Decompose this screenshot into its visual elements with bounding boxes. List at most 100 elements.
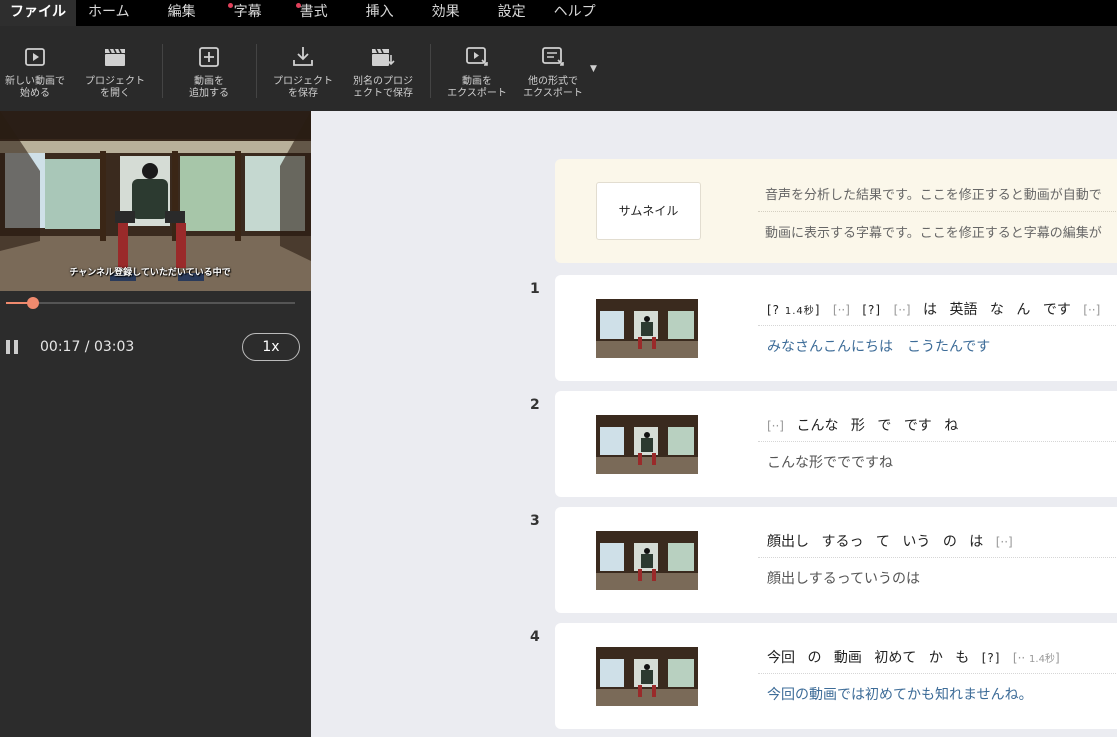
subtitle-text[interactable]: こんな形ででですね — [767, 452, 893, 472]
menu-subtitles-label: 字幕 — [233, 4, 262, 20]
toolbar-divider — [162, 44, 163, 98]
subtitle-text[interactable]: みなさんこんにちは こうたんです — [767, 336, 990, 356]
menu-effects[interactable]: 効果 — [420, 0, 472, 26]
word-token[interactable]: [··] — [1083, 303, 1100, 317]
menu-format-label: 書式 — [299, 4, 328, 20]
word-token[interactable]: です — [1043, 302, 1071, 318]
word-token[interactable]: ん — [1016, 302, 1030, 318]
word-token[interactable]: [?] — [862, 303, 881, 317]
download-icon — [293, 47, 313, 66]
open-project-label-1: プロジェクト — [85, 76, 145, 87]
word-token[interactable]: [··] — [833, 303, 850, 317]
word-token[interactable]: こんな — [796, 418, 838, 434]
word-token[interactable]: も — [955, 650, 969, 666]
word-tokens: 顔出し するっ て いう の は [··] — [767, 531, 1021, 551]
notification-dot — [227, 3, 233, 8]
save-as-label-1: 別名のプロジ — [353, 76, 413, 87]
subtitle-text[interactable]: 顔出しするっていうのは — [767, 568, 920, 588]
segment-thumbnail-image — [596, 299, 698, 358]
word-tokens: 今回 の 動画 初めて か も [?] [·· 1.4秒] — [767, 647, 1068, 667]
word-token[interactable]: 形 — [851, 418, 865, 434]
seek-handle[interactable] — [26, 297, 39, 309]
segment-thumbnail[interactable] — [596, 415, 698, 474]
word-token[interactable]: の — [807, 650, 821, 666]
menu-file-label: ファイル — [10, 4, 66, 20]
word-token[interactable]: の — [943, 534, 957, 550]
chevron-down-icon: ▼ — [590, 64, 597, 74]
playback-speed-button[interactable]: 1x — [242, 333, 300, 361]
word-token[interactable]: 顔出し — [767, 534, 809, 550]
segment-thumbnail[interactable] — [596, 299, 698, 358]
word-token[interactable]: 今回 — [767, 650, 795, 666]
menu-edit[interactable]: 編集 — [156, 0, 208, 26]
save-as-label-2: ェクトで保存 — [353, 88, 413, 99]
export-video-label-1: 動画を — [462, 76, 492, 87]
word-token[interactable]: て — [876, 534, 890, 550]
word-token[interactable]: [·· 1.4秒] — [1013, 651, 1060, 665]
export-other-button[interactable]: 他の形式で エクスポート — [515, 44, 591, 100]
segment-thumbnail[interactable] — [596, 647, 698, 706]
playback-time: 00:17 / 03:03 — [40, 339, 135, 355]
save-as-button[interactable]: 別名のプロジ ェクトで保存 — [345, 44, 421, 100]
segment-card: [··] こんな 形 で です ね こんな形ででですね — [555, 391, 1117, 497]
word-token[interactable]: [··] — [894, 303, 911, 317]
export-video-button[interactable]: 動画を エクスポート — [439, 44, 515, 100]
menu-format[interactable]: 書式 — [288, 0, 340, 26]
save-project-label-2: を保存 — [288, 88, 318, 99]
word-token[interactable]: するっ — [821, 534, 863, 550]
divider — [758, 325, 1117, 326]
segment-thumbnail[interactable] — [596, 531, 698, 590]
toolbar-divider — [430, 44, 431, 98]
word-token[interactable]: 動画 — [834, 650, 862, 666]
menu-edit-label: 編集 — [167, 4, 196, 20]
video-preview[interactable]: チャンネル登録していただいている中で — [0, 111, 311, 291]
word-token[interactable]: [?] — [982, 651, 1001, 665]
word-token[interactable]: 初めて — [874, 650, 916, 666]
menu-file[interactable]: ファイル — [0, 0, 76, 26]
new-video-label-1: 新しい動画で — [5, 76, 65, 87]
add-video-button[interactable]: 動画を 追加する — [171, 44, 247, 100]
word-token[interactable]: か — [929, 650, 943, 666]
word-token[interactable]: [? 1.4秒] — [767, 303, 820, 317]
pause-icon — [14, 340, 18, 354]
word-token[interactable]: ね — [944, 418, 958, 434]
open-project-button[interactable]: プロジェクト を開く — [77, 44, 153, 100]
word-token[interactable]: は — [969, 534, 983, 550]
pause-icon — [6, 340, 10, 354]
segment-thumbnail-image — [596, 531, 698, 590]
menu-settings[interactable]: 設定 — [486, 0, 538, 26]
menu-home-label: ホーム — [88, 4, 130, 20]
menu-help[interactable]: ヘルプ — [542, 0, 608, 26]
word-token[interactable]: 英語 — [949, 302, 977, 318]
video-frame-image — [0, 111, 311, 291]
export-more-dropdown[interactable]: ▼ — [590, 64, 597, 74]
word-token[interactable]: です — [904, 418, 932, 434]
segment-thumbnail-image — [596, 647, 698, 706]
new-video-button[interactable]: 新しい動画で 始める — [0, 44, 73, 100]
audio-analysis-hint: 音声を分析した結果です。ここを修正すると動画が自動で — [765, 188, 1102, 203]
thumbnail-button[interactable]: サムネイル — [596, 182, 701, 240]
subtitle-text[interactable]: 今回の動画では初めてかも知れませんね。 — [767, 684, 1033, 704]
word-token[interactable]: は — [923, 302, 937, 318]
segment-number: 1 — [530, 281, 540, 297]
seek-bar[interactable] — [6, 297, 295, 309]
word-token[interactable]: な — [990, 302, 1004, 318]
menu-effects-label: 効果 — [431, 4, 460, 20]
segment-number: 3 — [530, 513, 540, 529]
word-token[interactable]: [··] — [767, 419, 784, 433]
export-video-label-2: エクスポート — [447, 88, 507, 99]
header-card: サムネイル 音声を分析した結果です。ここを修正すると動画が自動で 動画に表示する… — [555, 159, 1117, 263]
segment-thumbnail-image — [596, 415, 698, 474]
toolbar-divider — [256, 44, 257, 98]
pause-button[interactable] — [5, 340, 19, 354]
menu-insert[interactable]: 挿入 — [354, 0, 406, 26]
word-token[interactable]: [··] — [996, 535, 1013, 549]
export-video-icon — [466, 47, 488, 66]
segment-card: 今回 の 動画 初めて か も [?] [·· 1.4秒] 今回の動画では初めて… — [555, 623, 1117, 729]
word-token[interactable]: で — [877, 418, 891, 434]
menu-subtitles[interactable]: 字幕 — [222, 0, 274, 26]
play-square-icon — [25, 48, 45, 66]
word-token[interactable]: いう — [902, 534, 930, 550]
save-project-button[interactable]: プロジェクト を保存 — [265, 44, 341, 100]
menu-home[interactable]: ホーム — [76, 0, 142, 26]
